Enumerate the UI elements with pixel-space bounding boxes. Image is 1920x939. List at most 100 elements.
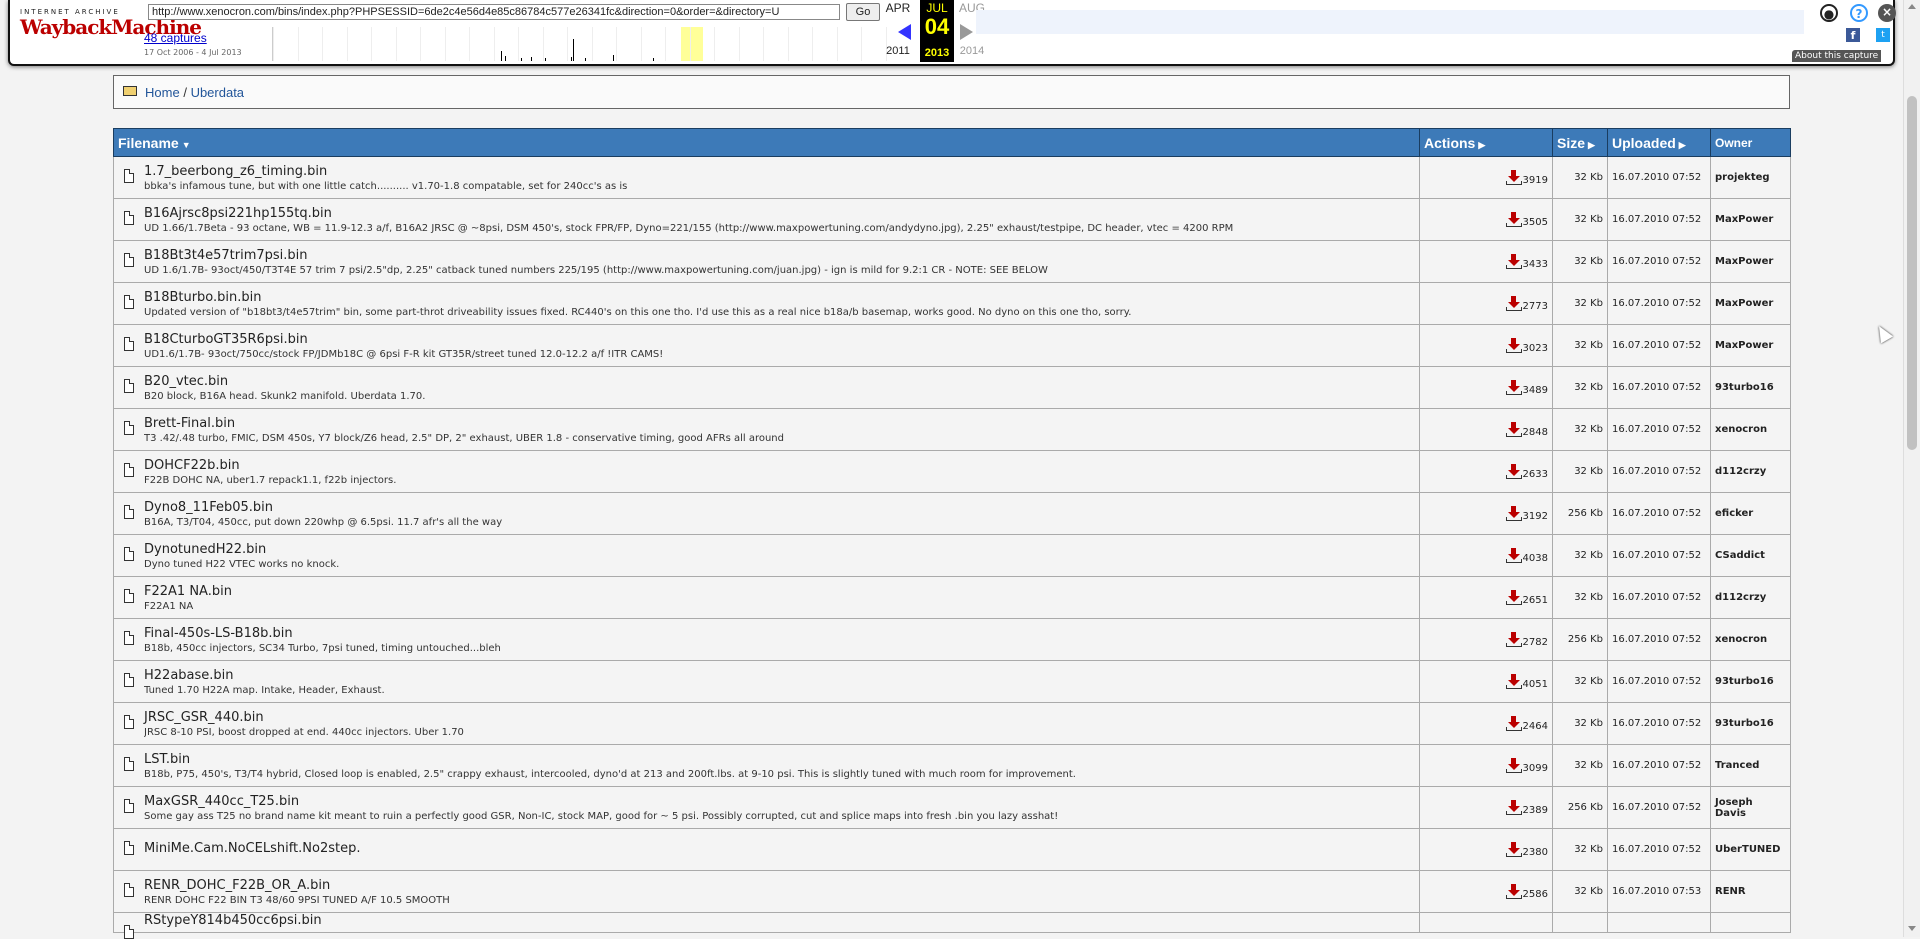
download-icon[interactable] [1505, 337, 1522, 354]
breadcrumb-current-link[interactable]: Uberdata [191, 85, 244, 100]
file-name-link[interactable]: F22A1 NA.bin [144, 584, 1415, 599]
table-row[interactable]: B18Bturbo.bin.bin Updated version of "b18… [113, 282, 1791, 325]
prev-month-label[interactable]: APR [878, 1, 918, 15]
download-icon[interactable] [1505, 799, 1522, 816]
user-icon[interactable]: ● [1820, 4, 1838, 22]
file-name-link[interactable]: B18CturboGT35R6psi.bin [144, 332, 1415, 347]
file-name-link[interactable]: LST.bin [144, 752, 1415, 767]
scroll-up-arrow-icon[interactable] [1908, 4, 1916, 9]
wayback-logo[interactable]: INTERNET ARCHIVE WaybackMachine [20, 8, 202, 50]
actions-cell: 3099 [1419, 744, 1553, 787]
table-row[interactable]: RENR_DOHC_F22B_OR_A.bin RENR DOHC F22 BIN… [113, 870, 1791, 913]
download-icon[interactable] [1505, 379, 1522, 396]
capture-sparkline[interactable] [272, 27, 909, 61]
uploaded-cell: 16.07.2010 07:53 [1607, 870, 1711, 913]
table-row[interactable]: Brett-Final.bin T3 .42/.48 turbo, FMIC, D… [113, 408, 1791, 451]
actions-cell: 2464 [1419, 702, 1553, 745]
download-icon[interactable] [1505, 463, 1522, 480]
download-icon[interactable] [1505, 631, 1522, 648]
next-year-label[interactable]: 2014 [952, 45, 992, 57]
download-icon[interactable] [1505, 295, 1522, 312]
mouse-cursor-icon [1872, 322, 1894, 344]
owner-cell: MaxPower [1710, 282, 1791, 325]
file-name-link[interactable]: RStypeY814b450cc6psi.bin [144, 913, 1415, 928]
column-header-size[interactable]: Size ▶ [1552, 128, 1608, 157]
column-header-actions[interactable]: Actions ▶ [1419, 128, 1553, 157]
column-header-owner[interactable]: Owner [1710, 128, 1791, 157]
download-icon[interactable] [1505, 883, 1522, 900]
download-icon[interactable] [1505, 715, 1522, 732]
file-name-link[interactable]: DOHCF22b.bin [144, 458, 1415, 473]
file-name-link[interactable]: Final-450s-LS-B18b.bin [144, 626, 1415, 641]
file-name-link[interactable]: Dyno8_11Feb05.bin [144, 500, 1415, 515]
current-month: JUL [926, 1, 948, 15]
actions-cell: 4051 [1419, 660, 1553, 703]
table-row[interactable]: JRSC_GSR_440.bin JRSC 8-10 PSI, boost dro… [113, 702, 1791, 745]
scrollbar-thumb[interactable] [1907, 96, 1917, 450]
vertical-scrollbar[interactable] [1903, 0, 1920, 937]
file-name-link[interactable]: RENR_DOHC_F22B_OR_A.bin [144, 878, 1415, 893]
file-name-link[interactable]: Brett-Final.bin [144, 416, 1415, 431]
facebook-icon[interactable]: f [1846, 28, 1860, 42]
about-capture-button[interactable]: About this capture [1792, 50, 1882, 62]
prev-year-label[interactable]: 2011 [878, 45, 918, 57]
table-row[interactable]: LST.bin B18b, P75, 450's, T3/T4 hybrid, C… [113, 744, 1791, 787]
file-name-link[interactable]: H22abase.bin [144, 668, 1415, 683]
table-row[interactable]: B18CturboGT35R6psi.bin UD1.6/1.7B- 93oct/… [113, 324, 1791, 367]
uploaded-cell: 16.07.2010 07:52 [1607, 492, 1711, 535]
download-icon[interactable] [1505, 505, 1522, 522]
sort-arrow-icon: ▶ [1588, 139, 1595, 150]
file-name-link[interactable]: MaxGSR_440cc_T25.bin [144, 794, 1415, 809]
prev-capture-arrow-icon[interactable] [898, 24, 911, 40]
table-row[interactable]: 1.7_beerbong_z6_timing.bin bbka's infamou… [113, 156, 1791, 199]
table-row[interactable]: MaxGSR_440cc_T25.bin Some gay ass T25 no … [113, 786, 1791, 829]
file-name-link[interactable]: B18Bturbo.bin.bin [144, 290, 1415, 305]
file-name-link[interactable]: JRSC_GSR_440.bin [144, 710, 1415, 725]
file-name-link[interactable]: B16Ajrsc8psi221hp155tq.bin [144, 206, 1415, 221]
captures-link[interactable]: 48 captures [144, 31, 207, 45]
file-icon [124, 631, 134, 645]
go-button[interactable]: Go [846, 3, 880, 21]
table-row[interactable]: B18Bt3t4e57trim7psi.bin UD 1.6/1.7B- 93oc… [113, 240, 1791, 283]
download-icon[interactable] [1505, 421, 1522, 438]
size-cell: 32 Kb [1552, 408, 1608, 451]
filename-cell: MiniMe.Cam.NoCELshift.No2step. [113, 828, 1420, 871]
file-name-link[interactable]: B20_vtec.bin [144, 374, 1415, 389]
table-row[interactable]: DynotunedH22.bin Dyno tuned H22 VTEC work… [113, 534, 1791, 577]
table-row[interactable]: MiniMe.Cam.NoCELshift.No2step. 2380 32 Kb 1… [113, 828, 1791, 871]
actions-cell: 2848 [1419, 408, 1553, 451]
next-capture-arrow-icon[interactable] [960, 24, 973, 40]
download-icon[interactable] [1505, 211, 1522, 228]
file-name-link[interactable]: 1.7_beerbong_z6_timing.bin [144, 164, 1415, 179]
table-row[interactable]: F22A1 NA.bin F22A1 NA 2651 32 Kb 16.07.2010 … [113, 576, 1791, 619]
breadcrumb-home-link[interactable]: Home [145, 85, 180, 100]
scroll-down-arrow-icon[interactable] [1908, 926, 1916, 931]
download-icon[interactable] [1505, 547, 1522, 564]
sparkline-gridline [493, 27, 495, 61]
download-icon[interactable] [1505, 253, 1522, 270]
table-row[interactable]: Final-450s-LS-B18b.bin B18b, 450cc inject… [113, 618, 1791, 661]
file-name-link[interactable]: DynotunedH22.bin [144, 542, 1415, 557]
download-icon[interactable] [1505, 169, 1522, 186]
download-icon[interactable] [1505, 589, 1522, 606]
help-icon[interactable]: ? [1850, 4, 1868, 22]
file-name-link[interactable]: MiniMe.Cam.NoCELshift.No2step. [144, 841, 1415, 856]
close-icon[interactable]: × [1878, 4, 1896, 22]
download-icon[interactable] [1505, 757, 1522, 774]
column-header-filename[interactable]: Filename ▼ [113, 128, 1420, 157]
current-capture-date: JUL 04 2013 [920, 0, 954, 62]
sparkline-gridline [346, 27, 348, 61]
column-header-uploaded[interactable]: Uploaded ▶ [1607, 128, 1711, 157]
table-row[interactable]: Dyno8_11Feb05.bin B16A, T3/T04, 450cc, pu… [113, 492, 1791, 535]
table-row[interactable]: H22abase.bin Tuned 1.70 H22A map. Intake,… [113, 660, 1791, 703]
folder-up-icon[interactable] [123, 86, 137, 96]
file-name-link[interactable]: B18Bt3t4e57trim7psi.bin [144, 248, 1415, 263]
table-row[interactable]: B16Ajrsc8psi221hp155tq.bin UD 1.66/1.7Bet… [113, 198, 1791, 241]
download-icon[interactable] [1505, 841, 1522, 858]
url-input[interactable]: http://www.xenocron.com/bins/index.php?P… [148, 4, 840, 20]
table-row[interactable]: B20_vtec.bin B20 block, B16A head. Skunk2… [113, 366, 1791, 409]
twitter-icon[interactable]: t [1876, 28, 1890, 42]
download-icon[interactable] [1505, 673, 1522, 690]
table-row[interactable]: DOHCF22b.bin F22B DOHC NA, uber1.7 repack… [113, 450, 1791, 493]
table-row[interactable]: RStypeY814b450cc6psi.bin [113, 912, 1791, 939]
